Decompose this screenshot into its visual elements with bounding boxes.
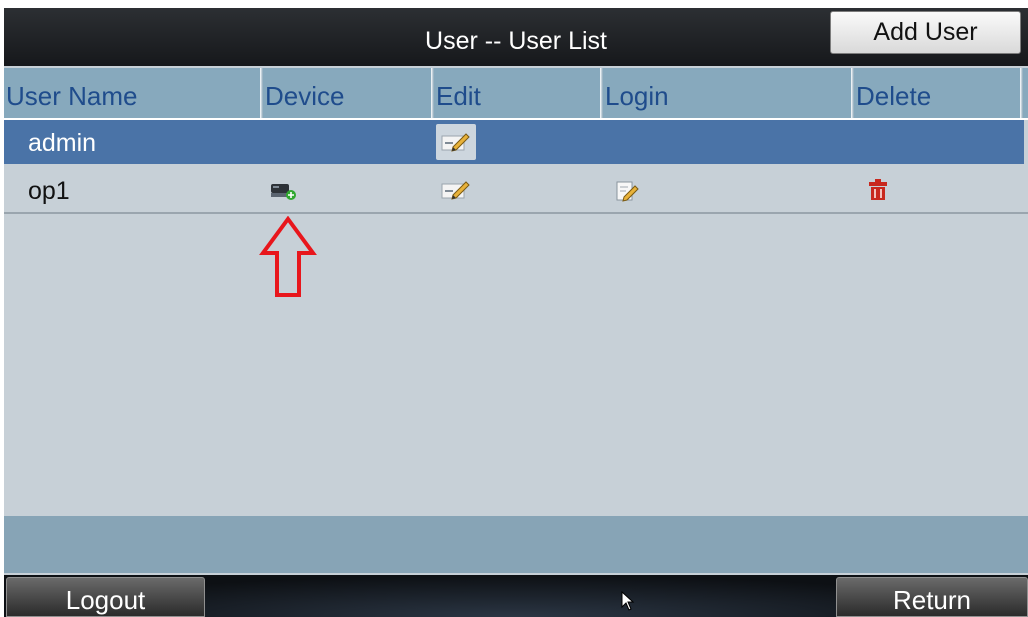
table-row-admin[interactable]: admin bbox=[4, 120, 1024, 164]
user-name-cell: admin bbox=[28, 129, 97, 157]
edit-icon[interactable] bbox=[441, 180, 471, 202]
column-header-user-name[interactable]: User Name bbox=[4, 68, 260, 118]
delete-icon[interactable] bbox=[866, 176, 892, 204]
user-name-cell: op1 bbox=[28, 177, 70, 205]
user-list-screen: User -- User List Add User User Name Dev… bbox=[4, 8, 1028, 617]
logout-button[interactable]: Logout bbox=[6, 577, 205, 617]
column-header-device[interactable]: Device bbox=[263, 68, 431, 118]
annotation-arrow-up-icon bbox=[259, 216, 317, 297]
mouse-cursor-icon bbox=[621, 591, 635, 611]
login-icon[interactable] bbox=[614, 178, 640, 204]
return-button[interactable]: Return bbox=[836, 577, 1028, 617]
column-header-login[interactable]: Login bbox=[603, 68, 851, 118]
add-user-button[interactable]: Add User bbox=[830, 11, 1021, 54]
status-strip bbox=[4, 516, 1028, 573]
table-header: User Name Device Edit Login Delete bbox=[4, 68, 1028, 120]
edit-icon[interactable] bbox=[441, 132, 471, 154]
device-icon[interactable] bbox=[269, 180, 299, 202]
column-header-edit[interactable]: Edit bbox=[434, 68, 600, 118]
column-divider bbox=[1020, 68, 1023, 118]
column-header-delete[interactable]: Delete bbox=[854, 68, 1020, 118]
